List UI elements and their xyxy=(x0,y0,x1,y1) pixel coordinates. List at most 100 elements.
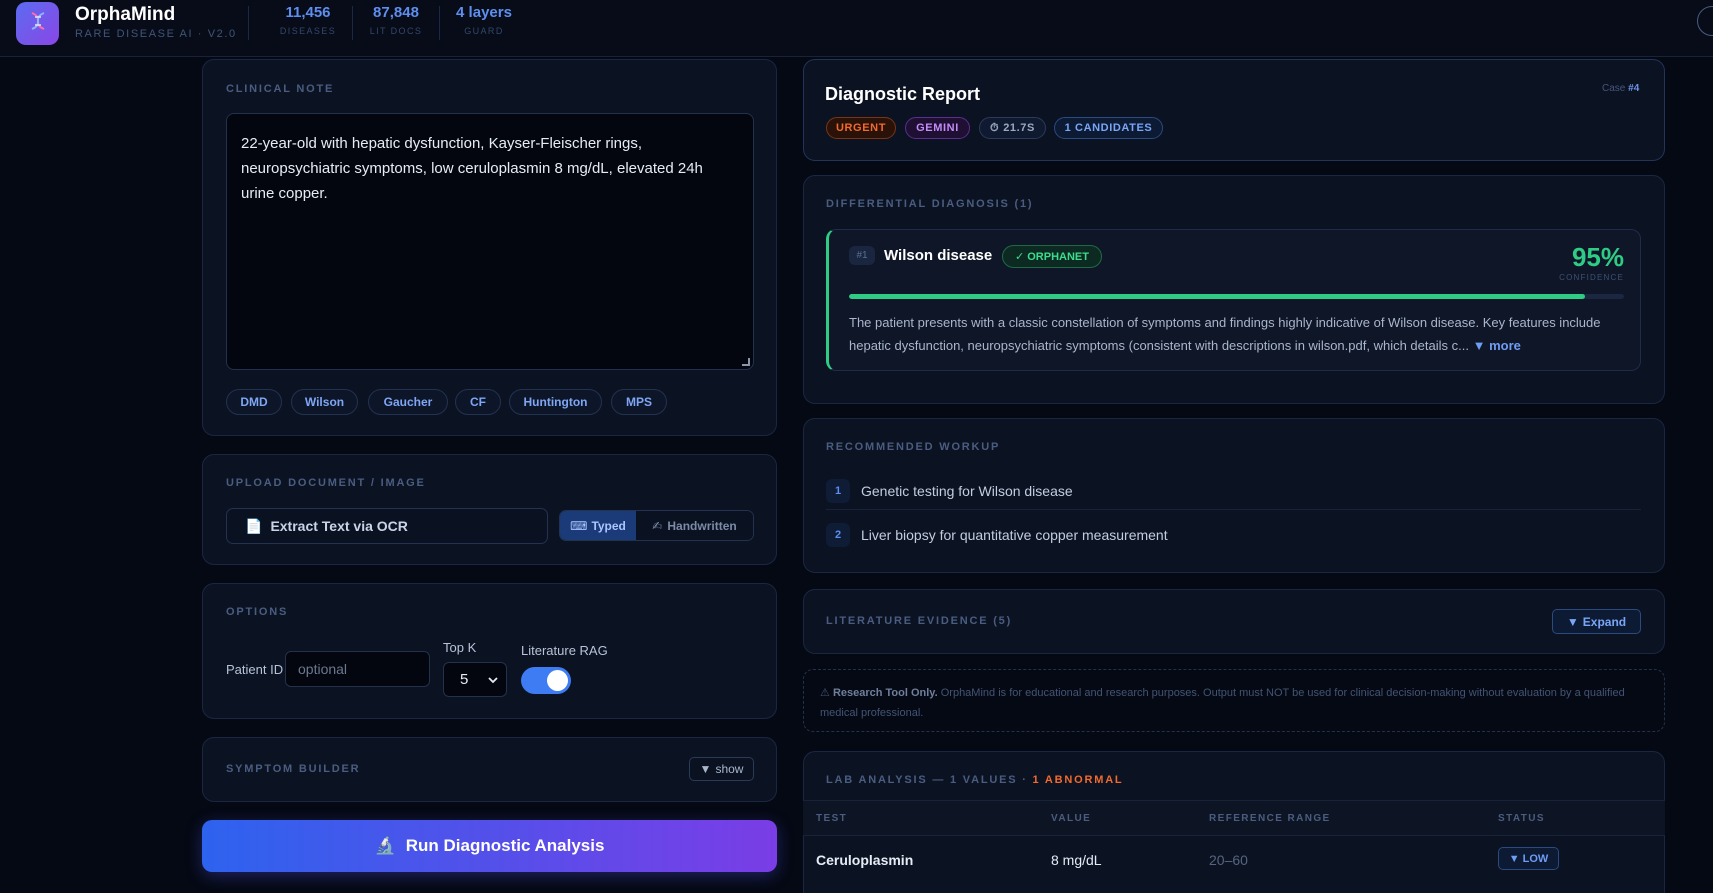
symptom-builder-show-button[interactable]: ▼ show xyxy=(689,757,754,781)
more-link[interactable]: ▼ more xyxy=(1473,338,1521,353)
disclaimer-text: OrphaMind is for educational and researc… xyxy=(820,687,1625,719)
case-id: #4 xyxy=(1628,83,1640,94)
lab-abnormal-count: 1 ABNORMAL xyxy=(1032,774,1124,786)
stat-lit-docs: 87,848 LIT DOCS xyxy=(356,4,436,36)
clinical-note-title: CLINICAL NOTE xyxy=(226,83,335,95)
ocr-extract-button[interactable]: 📄 Extract Text via OCR xyxy=(226,508,548,544)
column-value: VALUE xyxy=(1051,813,1092,824)
patient-id-label: Patient ID xyxy=(226,662,284,677)
patient-id-input[interactable] xyxy=(285,651,430,687)
mode-typed-button[interactable]: ⌨ Typed xyxy=(560,511,636,540)
stat-label: LIT DOCS xyxy=(369,26,423,36)
symptom-builder-title: SYMPTOM BUILDER xyxy=(226,763,361,775)
lab-test-value: 8 mg/dL xyxy=(1051,852,1102,868)
diagnostic-report-card xyxy=(803,59,1665,161)
column-test: TEST xyxy=(816,813,848,824)
app-logo[interactable] xyxy=(16,2,59,45)
expand-label: Expand xyxy=(1582,614,1627,629)
run-diagnostic-button[interactable]: 🔬 Run Diagnostic Analysis xyxy=(202,820,777,872)
stat-guard: 4 layers GUARD xyxy=(446,4,522,36)
lab-test-name: Ceruloplasmin xyxy=(816,852,914,868)
literature-expand-button[interactable]: ▼ Expand xyxy=(1552,609,1641,634)
column-reference-range: REFERENCE RANGE xyxy=(1209,813,1331,824)
lab-table-header: TEST VALUE REFERENCE RANGE STATUS xyxy=(803,800,1665,836)
arrow-down-icon: ▼ xyxy=(1508,852,1520,865)
header-divider xyxy=(352,6,353,40)
confidence-bar-fill xyxy=(849,294,1586,299)
orphanet-label: ORPHANET xyxy=(1027,250,1089,263)
resize-handle-icon[interactable] xyxy=(742,358,750,366)
column-status: STATUS xyxy=(1498,813,1545,824)
urgency-badge: URGENT xyxy=(826,117,896,139)
workup-title: RECOMMENDED WORKUP xyxy=(826,441,1001,453)
triangle-down-icon: ▼ xyxy=(1566,614,1579,629)
confidence-value: 95% xyxy=(1571,242,1624,272)
literature-rag-toggle[interactable] xyxy=(521,667,571,694)
orphanet-tag: ✓ ORPHANET xyxy=(1002,245,1102,268)
diagnosis-item[interactable]: #1 Wilson disease ✓ ORPHANET 95% CONFIDE… xyxy=(826,229,1641,371)
dna-icon xyxy=(27,10,49,37)
toggle-knob xyxy=(547,670,568,691)
workup-number: 1 xyxy=(826,479,850,503)
mode-handwritten-button[interactable]: ✍ Handwritten xyxy=(636,511,753,540)
rank-badge: #1 xyxy=(849,246,875,265)
stat-value: 4 layers xyxy=(456,4,512,21)
case-prefix: Case xyxy=(1602,83,1626,94)
stat-label: DISEASES xyxy=(279,26,337,36)
candidates-badge: 1 CANDIDATES xyxy=(1054,117,1163,139)
clinical-note-textarea[interactable]: 22-year-old with hepatic dysfunction, Ka… xyxy=(226,113,754,370)
show-label: show xyxy=(715,762,744,776)
time-value: 21.7S xyxy=(1003,122,1035,134)
workup-text: Liver biopsy for quantitative copper mea… xyxy=(861,527,1168,543)
top-bar: OrphaMind RARE DISEASE AI · V2.0 11,456 … xyxy=(0,0,1713,57)
keyboard-icon: ⌨ xyxy=(570,518,588,533)
disclaimer-bold: Research Tool Only. xyxy=(832,687,938,699)
lab-reference-range: 20–60 xyxy=(1209,852,1248,868)
model-badge: GEMINI xyxy=(905,117,970,139)
literature-title: LITERATURE EVIDENCE (5) xyxy=(826,615,1013,627)
confidence-label: CONFIDENCE xyxy=(1559,273,1624,282)
mode-handwritten-label: Handwritten xyxy=(667,518,737,533)
example-chip-huntington[interactable]: Huntington xyxy=(509,389,602,415)
time-badge: ⏱ 21.7S xyxy=(979,117,1046,139)
triangle-down-icon: ▼ xyxy=(699,762,712,776)
workup-item: 2 Liver biopsy for quantitative copper m… xyxy=(826,513,1641,557)
case-number: Case #4 xyxy=(1602,83,1639,94)
app-name: OrphaMind xyxy=(75,4,176,25)
ocr-button-label: Extract Text via OCR xyxy=(270,518,408,534)
stat-value: 11,456 xyxy=(285,4,331,21)
example-chip-gaucher[interactable]: Gaucher xyxy=(368,389,448,415)
differential-title: DIFFERENTIAL DIAGNOSIS (1) xyxy=(826,198,1034,210)
lab-title-text: LAB ANALYSIS — 1 VALUES · xyxy=(826,774,1028,786)
upload-title: UPLOAD DOCUMENT / IMAGE xyxy=(226,477,426,489)
chevron-down-icon xyxy=(488,671,498,688)
diagnosis-description: The patient presents with a classic cons… xyxy=(849,311,1629,357)
confidence-bar xyxy=(849,294,1624,299)
example-chip-wilson[interactable]: Wilson xyxy=(291,389,358,415)
header-divider xyxy=(439,6,440,40)
top-k-value: 5 xyxy=(460,671,469,688)
literature-rag-label: Literature RAG xyxy=(521,643,608,658)
lab-title: LAB ANALYSIS — 1 VALUES · 1 ABNORMAL xyxy=(826,774,1123,786)
stat-value: 87,848 xyxy=(373,4,419,21)
writing-hand-icon: ✍ xyxy=(652,518,663,533)
workup-number: 2 xyxy=(826,523,850,547)
stopwatch-icon: ⏱ xyxy=(990,121,1000,134)
top-k-select[interactable]: 5 xyxy=(443,662,507,697)
workup-text: Genetic testing for Wilson disease xyxy=(861,483,1073,499)
document-icon: 📄 xyxy=(245,517,263,534)
stat-label: GUARD xyxy=(464,26,504,36)
check-icon: ✓ xyxy=(1015,251,1025,263)
workup-item: 1 Genetic testing for Wilson disease xyxy=(826,469,1641,513)
stat-diseases: 11,456 DISEASES xyxy=(268,4,348,36)
header-divider xyxy=(248,6,249,40)
example-chip-mps[interactable]: MPS xyxy=(611,389,667,415)
workup-divider xyxy=(826,509,1641,510)
clinical-note-text: 22-year-old with hepatic dysfunction, Ka… xyxy=(241,135,703,202)
lab-status-badge: ▼ LOW xyxy=(1498,847,1559,870)
warning-icon: ⚠ xyxy=(820,687,830,699)
example-chip-cf[interactable]: CF xyxy=(455,389,501,415)
example-chip-dmd[interactable]: DMD xyxy=(226,389,282,415)
profile-icon[interactable] xyxy=(1697,6,1713,36)
microscope-icon: 🔬 xyxy=(374,836,396,855)
